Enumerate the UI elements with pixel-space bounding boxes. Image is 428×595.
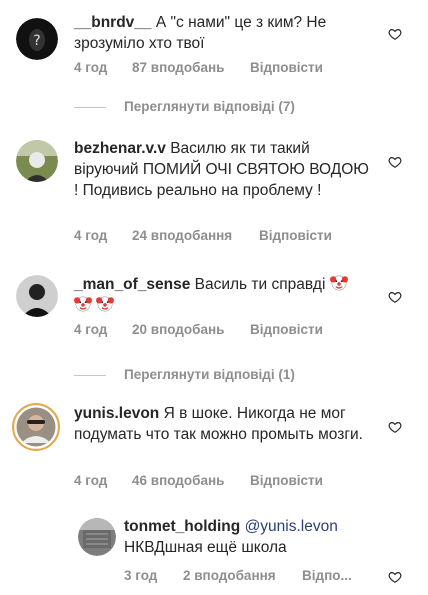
reply-body: tonmet_holding @yunis.levon НКВДшная ещё…: [124, 516, 364, 558]
heart-icon[interactable]: [388, 570, 402, 584]
comment-meta: 4 год 87 вподобань Відповісти: [74, 60, 374, 76]
likes-count[interactable]: 46 вподобань: [132, 473, 224, 488]
reply-username[interactable]: tonmet_holding: [124, 518, 240, 535]
comment-time: 3 год: [124, 568, 158, 583]
clown-face-icon: [96, 296, 115, 312]
comment-username[interactable]: yunis.levon: [74, 405, 159, 422]
avatar[interactable]: [12, 403, 60, 451]
reply-button[interactable]: Відповісти: [259, 228, 332, 243]
reply-button[interactable]: Відповісти: [250, 473, 323, 488]
comment-item: _man_of_sense Василь ти справді 4 год 20…: [0, 265, 428, 345]
comment-body: bezhenar.v.v Василю як ти такий віруючий…: [74, 138, 374, 201]
reply-meta: 3 год 2 вподобання Відпо...: [124, 568, 364, 584]
comment-meta: 4 год 24 вподобання Відповісти: [74, 228, 374, 244]
comment-body: __bnrdv__ А "с нами" це з ким? Не зрозум…: [74, 12, 374, 54]
heart-icon[interactable]: [388, 155, 402, 169]
view-replies-button[interactable]: Переглянути відповіді (7): [124, 99, 295, 114]
view-replies-button[interactable]: Переглянути відповіді (1): [124, 367, 295, 382]
comment-time: 4 год: [74, 228, 108, 243]
avatar[interactable]: ?: [16, 18, 58, 60]
likes-count[interactable]: 2 вподобання: [183, 568, 276, 583]
comment-username[interactable]: __bnrdv__: [74, 14, 152, 31]
comment-body: _man_of_sense Василь ти справді: [74, 274, 374, 316]
likes-count[interactable]: 87 вподобань: [132, 60, 224, 75]
comment-username[interactable]: bezhenar.v.v: [74, 140, 166, 157]
avatar[interactable]: [16, 140, 58, 182]
divider: [74, 375, 106, 376]
comment-item: bezhenar.v.v Василю як ти такий віруючий…: [0, 130, 428, 250]
comment-item: yunis.levon Я в шоке. Никогда не мог под…: [0, 395, 428, 505]
avatar[interactable]: [16, 275, 58, 317]
svg-text:?: ?: [33, 33, 40, 49]
reply-button[interactable]: Відповісти: [250, 60, 323, 75]
heart-icon[interactable]: [388, 290, 402, 304]
clown-face-icon: [329, 275, 348, 291]
comment-time: 4 год: [74, 322, 108, 337]
comment-text: Василь ти справді: [194, 276, 326, 293]
mention-link[interactable]: @yunis.levon: [245, 518, 338, 535]
comment-body: yunis.levon Я в шоке. Никогда не мог под…: [74, 403, 374, 445]
reply-button[interactable]: Відпо...: [302, 568, 352, 583]
reply-text: НКВДшная ещё школа: [124, 539, 287, 556]
avatar[interactable]: [78, 518, 116, 556]
likes-count[interactable]: 24 вподобання: [132, 228, 232, 243]
clown-face-icon: [74, 296, 92, 312]
comment-username[interactable]: _man_of_sense: [74, 276, 190, 293]
divider: [74, 107, 106, 108]
reply-button[interactable]: Відповісти: [250, 322, 323, 337]
comment-meta: 4 год 46 вподобань Відповісти: [74, 473, 374, 489]
heart-icon[interactable]: [388, 420, 402, 434]
comment-meta: 4 год 20 вподобань Відповісти: [74, 322, 374, 338]
reply-item: tonmet_holding @yunis.levon НКВДшная ещё…: [0, 512, 428, 595]
likes-count[interactable]: 20 вподобань: [132, 322, 224, 337]
heart-icon[interactable]: [388, 27, 402, 41]
comment-item: ? __bnrdv__ А "с нами" це з ким? Не зроз…: [0, 0, 428, 90]
comment-time: 4 год: [74, 60, 108, 75]
comment-time: 4 год: [74, 473, 108, 488]
